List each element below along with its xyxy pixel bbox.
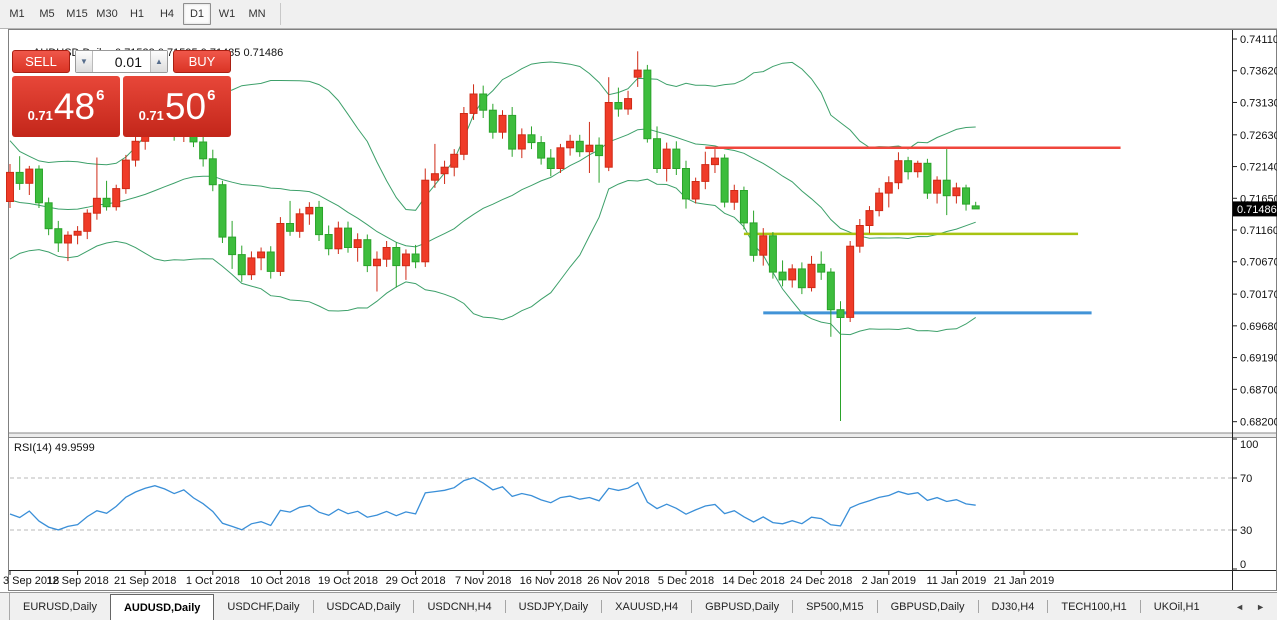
buy-quote-box[interactable]: 0.71 50 6 <box>123 76 231 137</box>
trade-controls-row: SELL ▼ ▲ BUY <box>12 50 231 73</box>
tab-eurusd-daily[interactable]: EURUSD,Daily <box>10 593 110 620</box>
price-axis-label: 0.68700 <box>1240 384 1277 396</box>
price-axis-label: 0.70670 <box>1240 257 1277 269</box>
tab-gbpusd-daily[interactable]: GBPUSD,Daily <box>692 593 792 620</box>
date-axis-label: 21 Jan 2019 <box>994 575 1055 587</box>
tab-gbpusd-daily[interactable]: GBPUSD,Daily <box>878 593 978 620</box>
toolbar-divider <box>280 3 281 25</box>
date-axis-label: 14 Dec 2018 <box>722 575 784 587</box>
date-axis-label: 12 Sep 2018 <box>46 575 108 587</box>
sell-price-prefix: 0.71 <box>27 108 53 123</box>
date-axis-label: 5 Dec 2018 <box>658 575 714 587</box>
price-axis-label: 0.68200 <box>1240 417 1277 429</box>
tab-scroll-left-icon[interactable]: ◄ <box>1229 599 1250 615</box>
tab-usdcnh-h4[interactable]: USDCNH,H4 <box>414 593 504 620</box>
date-axis-label: 2 Jan 2019 <box>862 575 916 587</box>
buy-price-pipette: 6 <box>207 87 216 104</box>
tab-ukoil-h1[interactable]: UKOil,H1 <box>1141 593 1213 620</box>
buy-button[interactable]: BUY <box>173 50 231 73</box>
buy-price-prefix: 0.71 <box>138 108 164 123</box>
tab-tech100-h1[interactable]: TECH100,H1 <box>1048 593 1139 620</box>
tab-sliver[interactable] <box>0 593 10 620</box>
timeframe-button-d1[interactable]: D1 <box>183 3 211 25</box>
timeframe-button-m15[interactable]: M15 <box>63 3 91 25</box>
rsi-axis-label: 0 <box>1240 559 1246 571</box>
volume-stepper: ▼ ▲ <box>75 50 168 73</box>
timeframe-button-m5[interactable]: M5 <box>33 3 61 25</box>
quote-boxes-row: 0.71 48 6 0.71 50 6 <box>12 76 231 137</box>
rsi-axis-label: 100 <box>1240 439 1258 451</box>
sell-quote-box[interactable]: 0.71 48 6 <box>12 76 120 137</box>
timeframe-button-m30[interactable]: M30 <box>93 3 121 25</box>
tab-audusd-daily[interactable]: AUDUSD,Daily <box>109 594 215 620</box>
tab-usdcad-daily[interactable]: USDCAD,Daily <box>314 593 414 620</box>
date-axis-label: 16 Nov 2018 <box>520 575 582 587</box>
rsi-axis-label: 70 <box>1240 473 1252 485</box>
volume-increase-button[interactable]: ▲ <box>150 51 167 72</box>
timeframe-button-w1[interactable]: W1 <box>213 3 241 25</box>
date-axis-label: 10 Oct 2018 <box>250 575 310 587</box>
one-click-trade-panel: SELL ▼ ▲ BUY 0.71 48 6 0.71 50 6 <box>12 50 231 137</box>
timeframe-toolbar: M1 M5 M15 M30 H1 H4 D1 W1 MN <box>0 0 1277 29</box>
date-axis-label: 1 Oct 2018 <box>186 575 240 587</box>
volume-decrease-button[interactable]: ▼ <box>76 51 93 72</box>
sell-price-big: 48 <box>53 86 96 127</box>
price-axis-label: 0.71160 <box>1240 225 1277 237</box>
date-axis-label: 24 Dec 2018 <box>790 575 852 587</box>
date-axis-label: 26 Nov 2018 <box>587 575 649 587</box>
tab-scroll-controls: ◄ ► <box>1229 593 1277 620</box>
buy-price-big: 50 <box>164 86 207 127</box>
price-axis-label: 0.70170 <box>1240 289 1277 301</box>
tab-usdjpy-daily[interactable]: USDJPY,Daily <box>506 593 602 620</box>
price-axis-label: 0.72630 <box>1240 130 1277 142</box>
svg-text:0.71486: 0.71486 <box>1237 204 1277 216</box>
tab-xauusd-h4[interactable]: XAUUSD,H4 <box>602 593 691 620</box>
date-axis-label: 11 Jan 2019 <box>927 575 987 587</box>
timeframe-button-h4[interactable]: H4 <box>153 3 181 25</box>
tab-usdchf-daily[interactable]: USDCHF,Daily <box>214 593 312 620</box>
date-axis-label: 21 Sep 2018 <box>114 575 176 587</box>
rsi-indicator-label: RSI(14) 49.9599 <box>14 442 95 454</box>
timeframe-button-mn[interactable]: MN <box>243 3 271 25</box>
tab-sp500-m15[interactable]: SP500,M15 <box>793 593 876 620</box>
sell-price-pipette: 6 <box>96 87 105 104</box>
sell-button[interactable]: SELL <box>12 50 70 73</box>
price-axis-label: 0.69680 <box>1240 321 1277 333</box>
date-axis-label: 19 Oct 2018 <box>318 575 378 587</box>
date-axis-label: 7 Nov 2018 <box>455 575 511 587</box>
symbol-tab-bar: EURUSD,Daily AUDUSD,Daily USDCHF,Daily USDC… <box>0 592 1277 620</box>
timeframe-button-h1[interactable]: H1 <box>123 3 151 25</box>
price-axis-label: 0.69190 <box>1240 353 1277 365</box>
price-axis-label: 0.74110 <box>1240 34 1277 46</box>
date-axis-label: 29 Oct 2018 <box>386 575 446 587</box>
rsi-axis-label: 30 <box>1240 525 1252 537</box>
tab-dj30-h4[interactable]: DJ30,H4 <box>979 593 1048 620</box>
timeframe-button-m1[interactable]: M1 <box>3 3 31 25</box>
tab-scroll-right-icon[interactable]: ► <box>1250 599 1271 615</box>
price-axis-label: 0.73620 <box>1240 66 1277 78</box>
volume-input[interactable] <box>93 51 150 72</box>
price-axis-label: 0.72140 <box>1240 162 1277 174</box>
price-axis-label: 0.73130 <box>1240 97 1277 109</box>
